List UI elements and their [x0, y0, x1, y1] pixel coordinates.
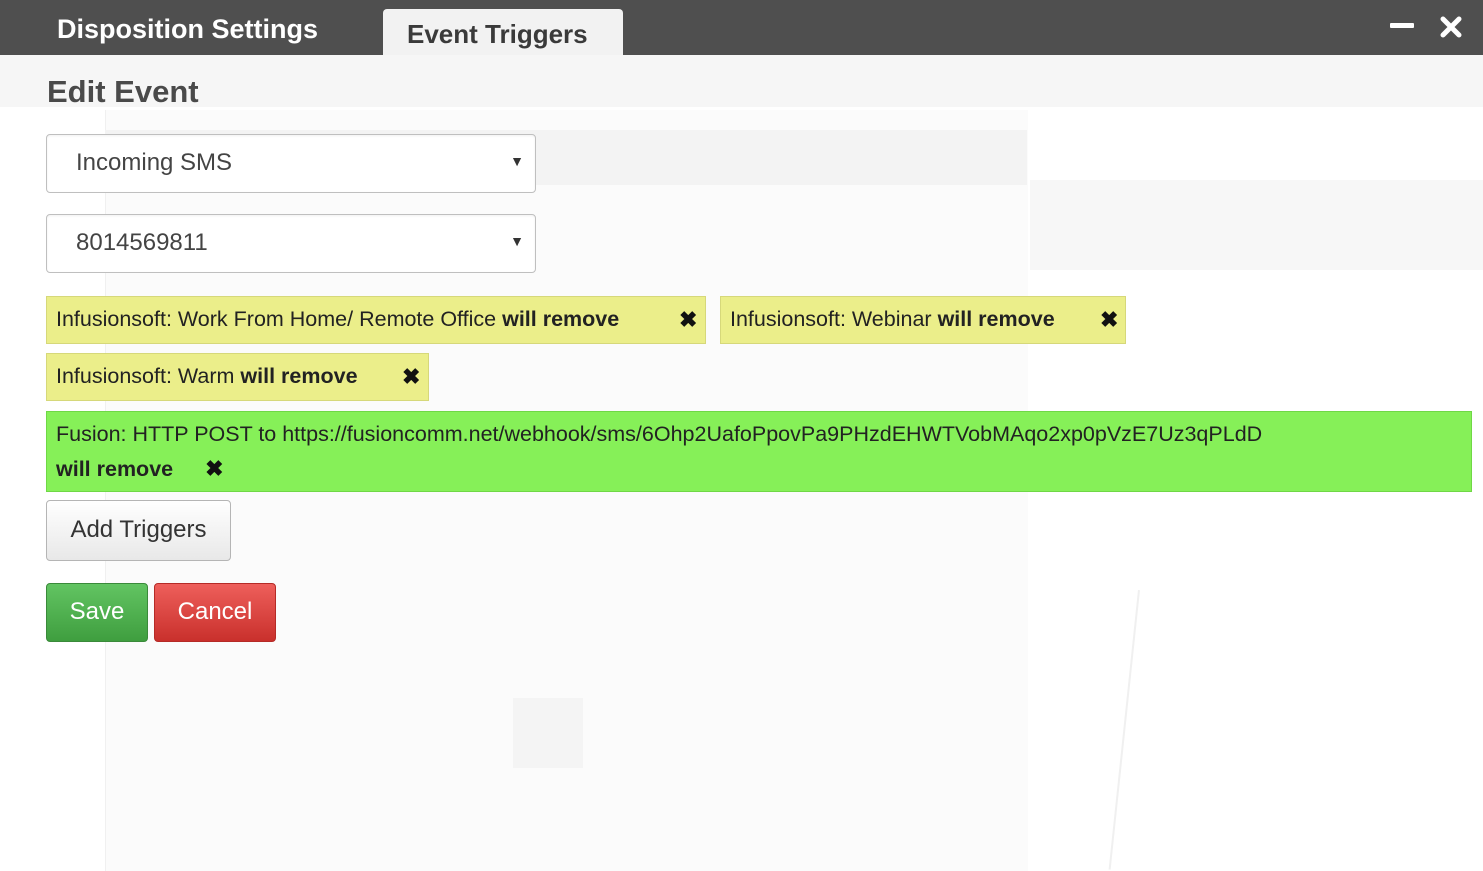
remove-trigger-icon[interactable]: ✖	[679, 307, 697, 333]
background-toolbar	[0, 55, 1483, 107]
save-button[interactable]: Save	[46, 583, 148, 642]
trigger-action: will remove	[937, 307, 1055, 331]
page-title: Edit Event	[47, 74, 199, 109]
background-avatar-placeholder	[513, 698, 583, 768]
minimize-button[interactable]	[1385, 10, 1419, 44]
remove-trigger-icon[interactable]: ✖	[1100, 307, 1118, 333]
minimize-icon	[1390, 22, 1414, 28]
trigger-action-row: will remove ✖	[56, 456, 1471, 482]
trigger-chip: Infusionsoft: Work From Home/ Remote Off…	[46, 296, 706, 344]
trigger-text: Fusion: HTTP POST to https://fusioncomm.…	[56, 422, 1263, 446]
cancel-button[interactable]: Cancel	[154, 583, 276, 642]
trigger-action: will remove	[240, 364, 358, 388]
remove-trigger-icon[interactable]: ✖	[205, 456, 223, 482]
event-type-select[interactable]: Incoming SMS ▼	[46, 134, 536, 193]
phone-number-select[interactable]: 8014569811 ▼	[46, 214, 536, 273]
tab-event-triggers[interactable]: Event Triggers	[383, 9, 623, 55]
remove-trigger-icon[interactable]: ✖	[402, 364, 420, 390]
trigger-text: Infusionsoft: Warm	[56, 364, 235, 388]
chevron-down-icon: ▼	[510, 153, 524, 169]
tab-bar: Disposition Settings Event Triggers	[0, 0, 1483, 55]
trigger-chip: Infusionsoft: Webinar will remove ✖	[720, 296, 1126, 344]
trigger-chip: Infusionsoft: Warm will remove ✖	[46, 353, 429, 401]
close-button[interactable]	[1434, 10, 1468, 44]
trigger-chip-webhook: Fusion: HTTP POST to https://fusioncomm.…	[46, 411, 1472, 492]
chevron-down-icon: ▼	[510, 233, 524, 249]
background-side-panel	[1030, 180, 1483, 270]
tab-disposition-settings[interactable]: Disposition Settings	[57, 14, 318, 45]
trigger-text: Infusionsoft: Webinar	[730, 307, 932, 331]
event-type-value: Incoming SMS	[76, 149, 233, 176]
trigger-action: will remove	[502, 307, 620, 331]
phone-number-value: 8014569811	[76, 229, 208, 256]
add-triggers-button[interactable]: Add Triggers	[46, 500, 231, 561]
trigger-text: Infusionsoft: Work From Home/ Remote Off…	[56, 307, 497, 331]
background-chart-line	[1108, 590, 1140, 870]
trigger-action: will remove	[56, 457, 174, 481]
close-icon	[1440, 16, 1462, 38]
